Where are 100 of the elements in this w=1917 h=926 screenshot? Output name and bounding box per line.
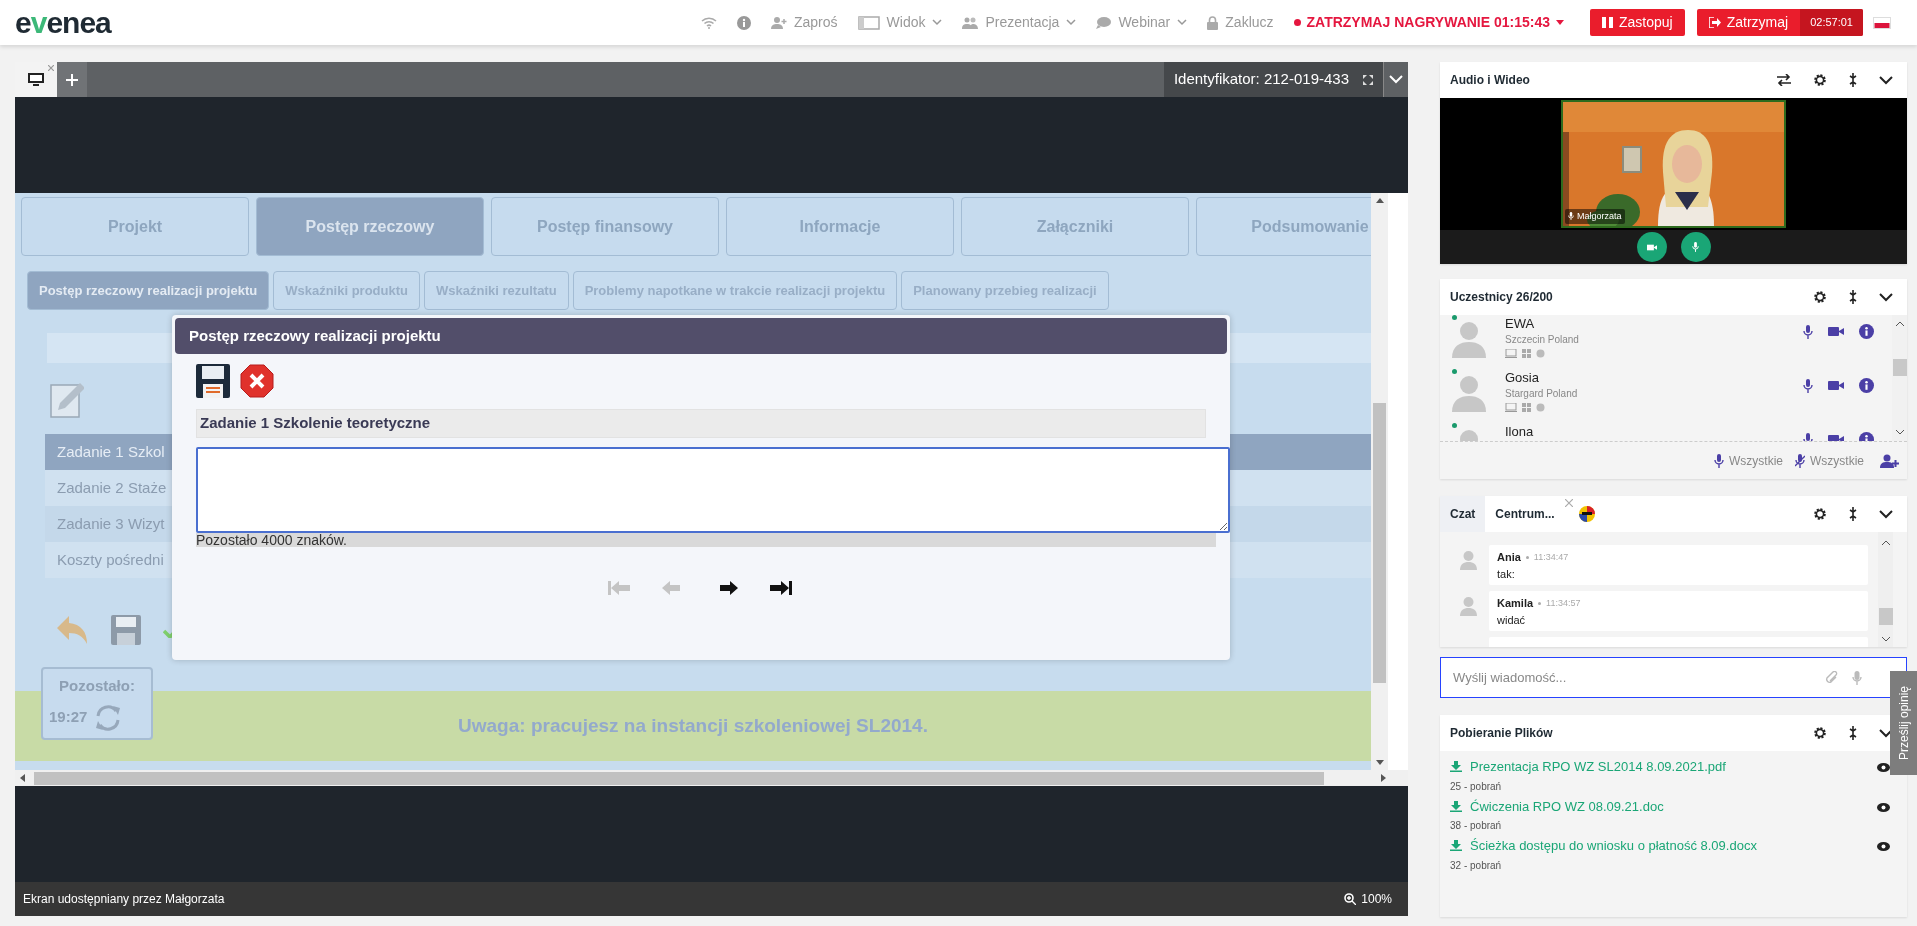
mute-all-button[interactable]: Wszystkie (1795, 451, 1864, 470)
nav-menu-item[interactable]: Zaproś (771, 12, 838, 33)
globe-icon (1536, 403, 1545, 412)
microphone-icon[interactable] (1568, 212, 1574, 221)
fullscreen-icon[interactable] (1363, 74, 1373, 85)
add-user-icon[interactable] (1880, 453, 1899, 468)
camera-icon[interactable] (1828, 380, 1844, 391)
chevron-down-icon[interactable] (1879, 509, 1893, 519)
monitor-icon (28, 72, 44, 87)
download-icon (1450, 800, 1462, 812)
dialog-title: Postęp rzeczowy realizacji projektu (175, 318, 1227, 354)
paperclip-icon[interactable] (1825, 670, 1838, 685)
scrollbar-thumb[interactable] (1878, 608, 1893, 625)
preview-icon[interactable] (1877, 842, 1890, 851)
flag-icon[interactable] (1873, 16, 1891, 29)
message-text-input[interactable]: Wyślij wiadomość... (1453, 667, 1811, 688)
add-tab-button[interactable] (57, 62, 87, 97)
record-dot-icon (1293, 19, 1301, 26)
scroll-left-icon[interactable] (20, 774, 25, 782)
stop-button[interactable]: Zatrzymaj 02:57:01 (1696, 9, 1863, 36)
nav-menu-item[interactable]: Zaklucz (1207, 12, 1274, 33)
tab[interactable]: Załączniki (961, 197, 1189, 256)
timer-value: 19:27 (49, 707, 88, 728)
info-icon[interactable] (1859, 324, 1874, 339)
cancel-icon[interactable] (240, 364, 274, 398)
record-button[interactable]: ZATRZYMAJ NAGRYWANIE 01:15:43 (1293, 12, 1564, 33)
pin-icon[interactable] (1849, 507, 1857, 521)
logo: evenea (15, 7, 111, 38)
exit-icon (1708, 17, 1721, 28)
panel-title: Audio i Wideo (1450, 72, 1531, 89)
message-time: 11:34:47 (1533, 550, 1569, 564)
microphone-icon[interactable] (1803, 324, 1813, 339)
window-icon (857, 15, 880, 30)
scrollbar-thumb[interactable] (34, 771, 1324, 785)
participant-location: Stargard Poland (1505, 387, 1579, 401)
scrollbar-thumb[interactable] (1892, 359, 1907, 376)
camera-button[interactable] (1636, 232, 1667, 262)
chevron-down-icon[interactable] (1879, 75, 1893, 85)
pin-icon[interactable] (1849, 290, 1857, 304)
participant-name: Gosia (1505, 370, 1540, 386)
scroll-up-icon[interactable] (1895, 321, 1904, 326)
avatar-icon (1452, 320, 1486, 358)
scroll-right-icon[interactable] (1381, 774, 1386, 782)
separator-dot-icon (1525, 555, 1529, 559)
microphone-icon[interactable] (1803, 378, 1813, 393)
swap-icon[interactable] (1777, 74, 1791, 86)
scroll-up-icon[interactable] (1375, 198, 1384, 203)
chevron-down-icon[interactable] (1879, 728, 1893, 738)
scroll-down-icon[interactable] (1881, 637, 1890, 642)
file-link[interactable]: Ścieżka dostępu do wniosku o płatność 8.09.docx (1450, 836, 1877, 856)
timer-label: Pozostało: (58, 676, 136, 696)
microphone-button[interactable] (1680, 232, 1711, 262)
tab[interactable]: Postęp finansowy (491, 197, 719, 256)
scroll-down-icon[interactable] (1375, 760, 1384, 765)
message-author: Ania (1497, 550, 1521, 565)
character-counter: Pozostało 4000 znaków. (196, 532, 347, 548)
sharing-status: Ekran udostępniany przez Małgorzata (23, 891, 225, 908)
file-link[interactable]: Prezentacja RPO WZ SL2014 8.09.2021.pdf (1450, 757, 1877, 777)
scrollbar-thumb[interactable] (1373, 403, 1386, 683)
last-page-icon[interactable] (770, 579, 794, 597)
camera-icon[interactable] (1828, 326, 1844, 337)
avatar-icon (1452, 374, 1486, 412)
settings-icon[interactable] (1813, 73, 1827, 87)
scroll-down-icon[interactable] (1895, 430, 1904, 435)
nav-menu-item[interactable]: Prezentacja (962, 12, 1077, 33)
settings-icon[interactable] (1813, 726, 1827, 740)
separator-dot-icon (1538, 601, 1542, 605)
tab[interactable]: Postęp rzeczowy (256, 197, 484, 256)
window-grid-icon (1522, 349, 1531, 358)
pin-icon[interactable] (1849, 73, 1857, 87)
caret-icon (932, 19, 943, 26)
chat-tab[interactable]: Czat (1440, 496, 1486, 532)
scroll-up-icon[interactable] (1881, 540, 1890, 545)
download-count: 32 - pobrań (1450, 858, 1503, 873)
preview-icon[interactable] (1877, 802, 1890, 812)
chevron-down-icon[interactable] (1879, 292, 1893, 302)
info-icon[interactable] (1859, 378, 1874, 393)
preview-icon[interactable] (1877, 763, 1890, 772)
tab[interactable]: Projekt (21, 197, 249, 256)
settings-icon[interactable] (1813, 507, 1827, 521)
microphone-icon[interactable] (1714, 453, 1724, 468)
participant-name: Ilona (1505, 424, 1535, 440)
pause-button[interactable]: Zastopuj (1590, 9, 1685, 36)
feedback-tab[interactable]: Prześlij opinię (1890, 671, 1917, 775)
save-icon[interactable] (196, 364, 230, 398)
nav-menu-item[interactable]: Webinar (1096, 12, 1188, 33)
mute-all-button[interactable]: Wszystkie (1714, 451, 1783, 470)
settings-icon[interactable] (1813, 290, 1827, 304)
text-area[interactable] (196, 447, 1230, 533)
participant-name: Małgorzata (1577, 209, 1622, 223)
file-link[interactable]: Ćwiczenia RPO WZ 08.09.21.doc (1450, 796, 1877, 816)
camera-icon (1646, 243, 1657, 251)
nav-menu-item[interactable]: Widok (857, 12, 943, 33)
add-user-icon (771, 16, 787, 29)
participant-name: EWA (1505, 316, 1536, 332)
pin-icon[interactable] (1849, 726, 1857, 740)
sub-tab[interactable]: Postęp rzeczowy realizacji projektu (27, 271, 270, 310)
tab[interactable]: Podsumowanie (1196, 197, 1371, 256)
zoom-icon[interactable] (1344, 893, 1357, 905)
tab[interactable]: Informacje (726, 197, 954, 256)
